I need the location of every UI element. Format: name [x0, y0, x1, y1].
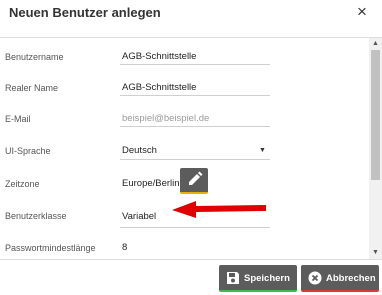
realname-input[interactable]: AGB-Schnittstelle — [122, 82, 196, 93]
email-input[interactable]: beispiel@beispiel.de — [122, 113, 209, 124]
username-underline — [120, 64, 270, 65]
scrollbar-thumb[interactable] — [371, 50, 380, 180]
scrollbar[interactable]: ▲ ▼ — [369, 38, 382, 259]
password-minlength-value[interactable]: 8 — [122, 242, 127, 253]
realname-underline — [120, 95, 270, 96]
cancel-button[interactable]: Abbrechen — [301, 265, 379, 292]
form-panel: Benutzername AGB-Schnittstelle Realer Na… — [0, 37, 382, 260]
edit-timezone-button[interactable] — [180, 168, 208, 194]
scroll-down-icon[interactable]: ▼ — [369, 247, 382, 259]
red-arrow-icon — [172, 201, 266, 218]
username-label: Benutzername — [5, 52, 64, 62]
cancel-circle-icon — [308, 271, 322, 285]
timezone-label: Zeitzone — [5, 179, 40, 189]
password-minlength-label: Passwortmindestlänge — [5, 243, 96, 253]
floppy-disk-icon — [227, 272, 239, 284]
save-button-label: Speichern — [244, 273, 290, 284]
userclass-underline — [120, 227, 270, 228]
cancel-button-label: Abbrechen — [326, 273, 376, 284]
userclass-label: Benutzerklasse — [5, 211, 67, 221]
username-input[interactable]: AGB-Schnittstelle — [122, 51, 196, 62]
language-label: UI-Sprache — [5, 146, 51, 156]
timezone-value: Europe/Berlin — [122, 178, 180, 189]
language-select[interactable]: Deutsch — [122, 145, 157, 156]
realname-label: Realer Name — [5, 83, 59, 93]
scroll-up-icon[interactable]: ▲ — [369, 38, 382, 50]
email-underline — [120, 126, 270, 127]
pencil-icon — [189, 171, 203, 185]
dialog-title: Neuen Benutzer anlegen — [9, 5, 161, 20]
save-button[interactable]: Speichern — [219, 265, 297, 292]
userclass-select[interactable]: Variabel — [122, 211, 156, 222]
email-label: E-Mail — [5, 114, 31, 124]
close-icon[interactable]: × — [353, 2, 371, 22]
language-underline — [120, 159, 270, 160]
chevron-down-icon[interactable]: ▼ — [259, 147, 266, 154]
